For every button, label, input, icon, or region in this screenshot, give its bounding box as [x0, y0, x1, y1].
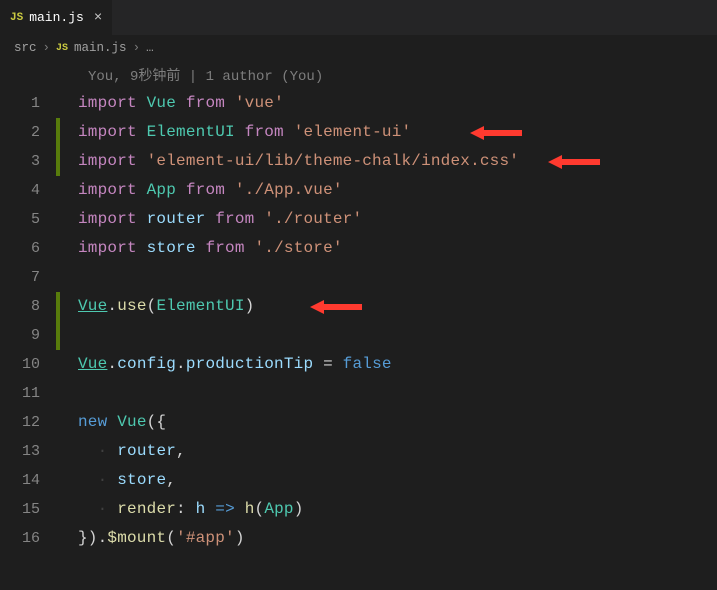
- gutter: [56, 495, 60, 524]
- code-line[interactable]: 15 · render: h => h(App): [0, 495, 717, 524]
- gutter-modified: [56, 118, 60, 147]
- tab-bar: JS main.js ×: [0, 0, 717, 35]
- code-line[interactable]: 1 import Vue from 'vue': [0, 89, 717, 118]
- code-content: · router,: [78, 437, 186, 466]
- line-number: 4: [0, 182, 56, 199]
- line-number: 9: [0, 327, 56, 344]
- code-line[interactable]: 3 import 'element-ui/lib/theme-chalk/ind…: [0, 147, 717, 176]
- gutter: [56, 89, 60, 118]
- line-number: 12: [0, 414, 56, 431]
- code-content: }).$mount('#app'): [78, 524, 245, 553]
- gutter: [56, 176, 60, 205]
- code-line[interactable]: 14 · store,: [0, 466, 717, 495]
- close-icon[interactable]: ×: [94, 10, 102, 26]
- line-number: 11: [0, 385, 56, 402]
- code-line[interactable]: 16 }).$mount('#app'): [0, 524, 717, 553]
- gutter-modified: [56, 292, 60, 321]
- code-line[interactable]: 8 Vue.use(ElementUI): [0, 292, 717, 321]
- line-number: 6: [0, 240, 56, 257]
- js-icon: JS: [10, 12, 23, 24]
- code-content: import Vue from 'vue': [78, 89, 284, 118]
- code-content: Vue.config.productionTip = false: [78, 350, 392, 379]
- line-number: 3: [0, 153, 56, 170]
- breadcrumb-file[interactable]: main.js: [74, 41, 127, 55]
- code-content: · store,: [78, 466, 176, 495]
- gutter: [56, 263, 60, 292]
- gutter: [56, 466, 60, 495]
- arrow-icon: [548, 154, 600, 170]
- code-content: import 'element-ui/lib/theme-chalk/index…: [78, 147, 519, 176]
- code-line[interactable]: 9: [0, 321, 717, 350]
- code-content: import App from './App.vue': [78, 176, 343, 205]
- code-content: new Vue({: [78, 408, 166, 437]
- gutter-modified: [56, 147, 60, 176]
- line-number: 7: [0, 269, 56, 286]
- line-number: 15: [0, 501, 56, 518]
- gutter: [56, 408, 60, 437]
- git-blame-info: You, 9秒钟前 | 1 author (You): [0, 61, 717, 89]
- gutter: [56, 205, 60, 234]
- code-line[interactable]: 2 import ElementUI from 'element-ui': [0, 118, 717, 147]
- line-number: 14: [0, 472, 56, 489]
- chevron-right-icon: ›: [133, 41, 141, 55]
- line-number: 5: [0, 211, 56, 228]
- code-line[interactable]: 5 import router from './router': [0, 205, 717, 234]
- arrow-icon: [310, 299, 362, 315]
- code-line[interactable]: 12 new Vue({: [0, 408, 717, 437]
- breadcrumb-more[interactable]: …: [146, 41, 154, 55]
- code-content: · render: h => h(App): [78, 495, 304, 524]
- code-line[interactable]: 7: [0, 263, 717, 292]
- code-content: import store from './store': [78, 234, 343, 263]
- code-line[interactable]: 6 import store from './store': [0, 234, 717, 263]
- code-line[interactable]: 13 · router,: [0, 437, 717, 466]
- breadcrumb[interactable]: src › JS main.js › …: [0, 35, 717, 61]
- line-number: 2: [0, 124, 56, 141]
- line-number: 16: [0, 530, 56, 547]
- code-content: import router from './router': [78, 205, 362, 234]
- gutter-modified: [56, 321, 60, 350]
- code-line[interactable]: 4 import App from './App.vue': [0, 176, 717, 205]
- line-number: 1: [0, 95, 56, 112]
- breadcrumb-src[interactable]: src: [14, 41, 37, 55]
- tab-label: main.js: [29, 10, 84, 25]
- code-editor[interactable]: 1 import Vue from 'vue' 2 import Element…: [0, 89, 717, 553]
- chevron-right-icon: ›: [43, 41, 51, 55]
- line-number: 13: [0, 443, 56, 460]
- tab-main-js[interactable]: JS main.js ×: [0, 0, 113, 35]
- gutter: [56, 350, 60, 379]
- code-line[interactable]: 10 Vue.config.productionTip = false: [0, 350, 717, 379]
- code-line[interactable]: 11: [0, 379, 717, 408]
- code-content: Vue.use(ElementUI): [78, 292, 254, 321]
- line-number: 8: [0, 298, 56, 315]
- js-icon: JS: [56, 43, 68, 54]
- gutter: [56, 437, 60, 466]
- gutter: [56, 524, 60, 553]
- line-number: 10: [0, 356, 56, 373]
- gutter: [56, 379, 60, 408]
- arrow-icon: [470, 125, 522, 141]
- gutter: [56, 234, 60, 263]
- code-content: import ElementUI from 'element-ui': [78, 118, 411, 147]
